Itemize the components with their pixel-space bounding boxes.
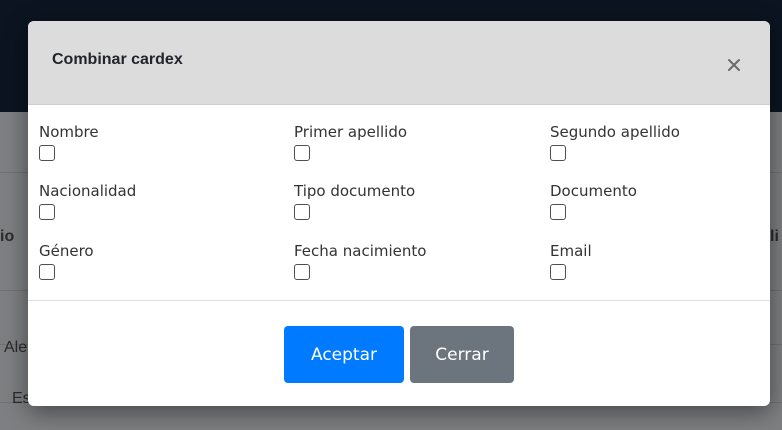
field-primer-apellido: Primer apellido xyxy=(294,122,407,161)
checkbox-primer-apellido[interactable] xyxy=(294,145,310,161)
checkbox-documento[interactable] xyxy=(550,204,566,220)
field-label: Documento xyxy=(550,182,637,200)
modal-title: Combinar cardex xyxy=(52,51,183,68)
field-label: Nombre xyxy=(39,123,99,141)
field-label: Fecha nacimiento xyxy=(294,242,427,260)
combine-cardex-modal: Combinar cardex Nombre Primer apellido S… xyxy=(28,21,770,406)
field-label: Género xyxy=(39,242,94,260)
field-label: Tipo documento xyxy=(294,182,416,200)
field-genero: Género xyxy=(39,241,94,280)
field-nacionalidad: Nacionalidad xyxy=(39,181,136,220)
background-table-cell: Ale xyxy=(4,339,28,356)
field-nombre: Nombre xyxy=(39,122,99,161)
accept-button[interactable]: Aceptar xyxy=(284,326,404,383)
checkbox-fecha-nacimiento[interactable] xyxy=(294,264,310,280)
background-table-header-right: li xyxy=(770,228,779,245)
modal-header: Combinar cardex xyxy=(28,21,770,105)
checkbox-genero[interactable] xyxy=(39,264,55,280)
modal-footer-divider xyxy=(28,300,770,301)
close-button[interactable] xyxy=(724,55,744,75)
checkbox-nacionalidad[interactable] xyxy=(39,204,55,220)
background-table-header-left: io xyxy=(0,228,15,245)
cancel-button[interactable]: Cerrar xyxy=(410,326,514,383)
field-email: Email xyxy=(550,241,592,280)
field-label: Primer apellido xyxy=(294,123,408,141)
field-documento: Documento xyxy=(550,181,637,220)
checkbox-nombre[interactable] xyxy=(39,145,55,161)
close-icon xyxy=(728,59,740,71)
field-label: Email xyxy=(550,242,592,260)
field-segundo-apellido: Segundo apellido xyxy=(550,122,680,161)
checkbox-tipo-documento[interactable] xyxy=(294,204,310,220)
field-label: Segundo apellido xyxy=(550,123,680,141)
checkbox-segundo-apellido[interactable] xyxy=(550,145,566,161)
checkbox-email[interactable] xyxy=(550,264,566,280)
field-label: Nacionalidad xyxy=(39,182,137,200)
field-fecha-nacimiento: Fecha nacimiento xyxy=(294,241,426,280)
field-tipo-documento: Tipo documento xyxy=(294,181,415,220)
